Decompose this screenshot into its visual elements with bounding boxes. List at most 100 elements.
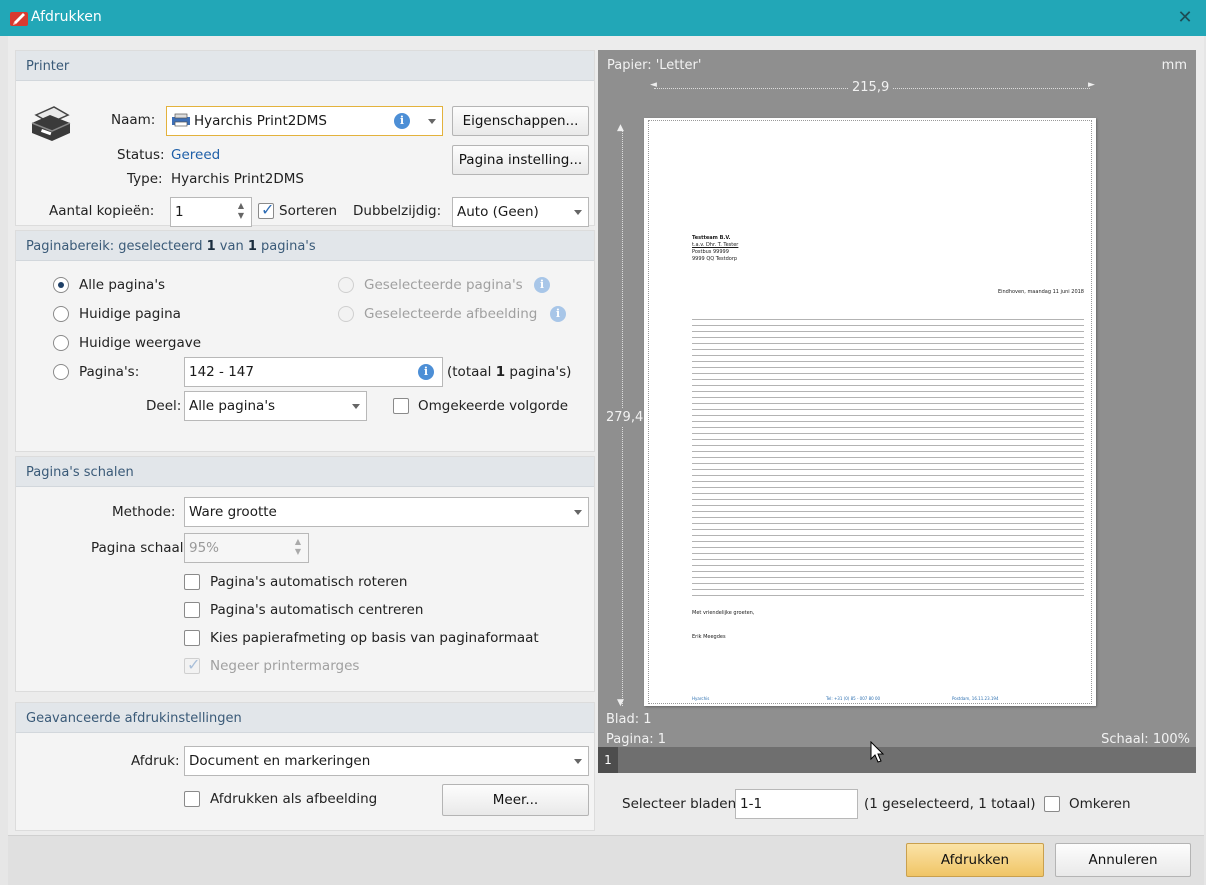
doc-margin-guide [648, 120, 1092, 704]
chevron-down-icon [574, 510, 582, 515]
unit-label: mm [1161, 58, 1187, 73]
part-value: Alle pagina's [189, 398, 276, 414]
ignore-margins-label: Negeer printermarges [210, 658, 360, 674]
print-button[interactable]: Afdrukken [906, 843, 1044, 877]
copies-stepper[interactable]: ▲ ▼ [234, 201, 248, 223]
duplex-label: Dubbelzijdig: [353, 203, 442, 219]
copies-input[interactable]: 1 ▲ ▼ [170, 197, 252, 227]
selected-image-radio[interactable] [338, 306, 354, 322]
print-as-image-checkbox[interactable] [184, 791, 200, 807]
printer-info-icon[interactable]: i [394, 113, 410, 129]
paper-by-size-checkbox[interactable] [184, 630, 200, 646]
properties-button[interactable]: Eigenschappen... [452, 106, 589, 136]
window-title: Afdrukken [31, 9, 102, 25]
chevron-down-icon [352, 404, 360, 409]
printer-small-icon [172, 113, 190, 127]
print-what-select[interactable]: Document en markeringen [184, 746, 589, 776]
page-range-header: Paginabereik: geselecteerd 1 van 1 pagin… [16, 231, 594, 261]
duplex-select[interactable]: Auto (Geen) [452, 197, 589, 227]
print-what-value: Document en markeringen [189, 753, 371, 769]
height-value: 279,4 [606, 408, 644, 427]
page-scale-stepper[interactable]: ▲ ▼ [291, 537, 305, 559]
printer-icon [31, 106, 71, 141]
auto-rotate-checkbox[interactable] [184, 574, 200, 590]
type-label: Type: [127, 171, 163, 187]
print-dialog: Printer Naam: Hyarchis Print2DMS i Eigen… [8, 36, 1204, 885]
printer-name-select[interactable]: Hyarchis Print2DMS i [166, 106, 443, 136]
pages-label: Pagina's: [79, 364, 140, 380]
reverse-checkbox[interactable] [393, 398, 409, 414]
select-sheets-summary: (1 geselecteerd, 1 totaal) [864, 796, 1036, 812]
method-value: Ware grootte [189, 504, 277, 520]
checkmark-icon: ✓ [187, 655, 201, 674]
selected-pages-radio[interactable] [338, 277, 354, 293]
paper-by-size-label: Kies papierafmeting op basis van paginaf… [210, 630, 539, 646]
page-label: Pagina: 1 [606, 732, 667, 747]
duplex-value: Auto (Geen) [457, 204, 539, 220]
width-arrow-right-icon: ► [1088, 80, 1095, 90]
selected-pages-info-icon[interactable]: i [534, 277, 550, 293]
range-header-mid: van [215, 239, 248, 254]
title-bar: Afdrukken ✕ [0, 0, 1206, 36]
scaling-header: Pagina's schalen [16, 457, 594, 487]
page-setup-button[interactable]: Pagina instelling... [452, 145, 589, 175]
range-header-text: Paginabereik: geselecteerd [26, 239, 207, 254]
page-scale-label: Pagina schaal: [91, 540, 189, 556]
range-header-post: pagina's [256, 239, 316, 254]
current-view-radio[interactable] [53, 335, 69, 351]
method-label: Methode: [112, 504, 176, 520]
page-range-section: Paginabereik: geselecteerd 1 van 1 pagin… [15, 230, 595, 452]
all-pages-label: Alle pagina's [79, 277, 166, 293]
printer-header: Printer [16, 51, 594, 81]
pages-input[interactable]: 142 - 147 i [184, 357, 443, 387]
invert-label: Omkeren [1069, 796, 1131, 812]
status-value: Gereed [171, 147, 221, 163]
close-icon[interactable]: ✕ [1172, 6, 1198, 30]
auto-center-checkbox[interactable] [184, 602, 200, 618]
collate-checkbox[interactable]: ✓ [258, 200, 274, 219]
app-pdf-icon [10, 12, 28, 26]
current-view-label: Huidige weergave [79, 335, 202, 351]
invert-checkbox[interactable] [1044, 796, 1060, 812]
method-select[interactable]: Ware grootte [184, 497, 589, 527]
dialog-footer: Afdrukken Annuleren [8, 835, 1204, 885]
printer-section: Printer Naam: Hyarchis Print2DMS i Eigen… [15, 50, 595, 227]
auto-center-label: Pagina's automatisch centreren [210, 602, 424, 618]
status-label: Status: [117, 147, 165, 163]
range-header-total: 1 [247, 239, 257, 254]
print-label: Afdruk: [131, 753, 180, 769]
thumbnail-page-1[interactable]: 1 [598, 747, 618, 773]
all-pages-radio[interactable] [53, 277, 69, 293]
copies-label: Aantal kopieën: [49, 203, 155, 219]
height-arrow-down-icon: ▼ [617, 698, 624, 708]
chevron-down-icon [574, 759, 582, 764]
more-button[interactable]: Meer... [442, 784, 589, 816]
print-preview: Papier: 'Letter' mm ◄ ► 215,9 ▲ ▼ 279,4 … [598, 50, 1196, 761]
auto-rotate-label: Pagina's automatisch roteren [210, 574, 408, 590]
sheet-label: Blad: 1 [606, 712, 652, 727]
select-sheets-value: 1-1 [740, 796, 763, 812]
page-scale-input[interactable]: 95% ▲ ▼ [184, 533, 309, 563]
reverse-label: Omgekeerde volgorde [418, 398, 569, 414]
printer-name-value: Hyarchis Print2DMS [194, 113, 327, 129]
height-arrow-up-icon: ▲ [617, 123, 624, 133]
selected-image-info-icon[interactable]: i [550, 306, 566, 322]
part-select[interactable]: Alle pagina's [184, 391, 367, 421]
cancel-button[interactable]: Annuleren [1055, 843, 1191, 877]
ignore-margins-checkbox[interactable]: ✓ [184, 655, 201, 674]
thumbnail-strip[interactable]: 1 [598, 741, 1196, 773]
scale-label: Schaal: 100% [1101, 732, 1190, 747]
current-page-label: Huidige pagina [79, 306, 181, 322]
range-header-selected: 1 [206, 239, 216, 254]
pages-radio[interactable] [53, 364, 69, 380]
width-value: 215,9 [848, 80, 894, 95]
current-page-radio[interactable] [53, 306, 69, 322]
copies-value: 1 [175, 204, 184, 220]
select-sheets-input[interactable]: 1-1 [735, 789, 858, 819]
page-scale-value: 95% [189, 540, 220, 556]
pages-info-icon[interactable]: i [418, 364, 434, 380]
mouse-cursor-icon [870, 741, 885, 763]
width-arrow-left-icon: ◄ [650, 80, 657, 90]
print-as-image-label: Afdrukken als afbeelding [210, 791, 378, 807]
type-value: Hyarchis Print2DMS [171, 171, 304, 187]
